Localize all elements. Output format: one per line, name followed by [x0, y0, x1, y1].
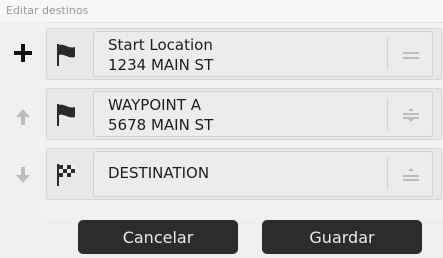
route-row-waypoint[interactable]: WAYPOINT A 5678 MAIN ST — [46, 88, 442, 140]
page-title: Editar destinos — [6, 4, 89, 17]
reorder-handle-icon[interactable] — [400, 106, 422, 124]
route-address: 5678 MAIN ST — [108, 116, 214, 134]
cancel-label: Cancelar — [122, 227, 194, 247]
save-button[interactable]: Guardar — [262, 220, 422, 254]
cancel-button[interactable]: Cancelar — [78, 220, 238, 254]
reorder-handle-icon[interactable] — [400, 166, 422, 184]
route-card[interactable]: Start Location 1234 MAIN ST — [93, 31, 433, 77]
route-row-destination[interactable]: DESTINATION — [46, 148, 442, 200]
move-up-button[interactable] — [0, 94, 46, 140]
waypoint-flag-icon — [51, 99, 83, 131]
arrow-down-icon — [12, 164, 34, 186]
footer-actions: Cancelar Guardar — [0, 218, 443, 258]
arrow-up-icon — [12, 106, 34, 128]
route-card[interactable]: WAYPOINT A 5678 MAIN ST — [93, 91, 433, 137]
route-address: 1234 MAIN ST — [108, 56, 214, 74]
divider — [387, 38, 388, 70]
edit-destinations-screen: Editar destinos Start Location 1234 MAIN… — [0, 0, 443, 258]
route-name: DESTINATION — [108, 164, 210, 182]
move-down-button[interactable] — [0, 152, 46, 198]
header: Editar destinos — [0, 0, 443, 23]
destination-checkered-flag-icon — [51, 159, 83, 191]
route-name: WAYPOINT A — [108, 96, 201, 114]
route-name: Start Location — [108, 36, 213, 54]
save-label: Guardar — [309, 227, 375, 247]
divider — [387, 98, 388, 130]
route-card[interactable]: DESTINATION — [93, 151, 433, 197]
start-flag-icon — [51, 39, 83, 71]
plus-icon — [12, 42, 34, 64]
add-stop-button[interactable] — [0, 30, 46, 76]
divider — [387, 158, 388, 190]
route-row-start[interactable]: Start Location 1234 MAIN ST — [46, 28, 442, 80]
reorder-handle-icon[interactable] — [400, 46, 422, 64]
